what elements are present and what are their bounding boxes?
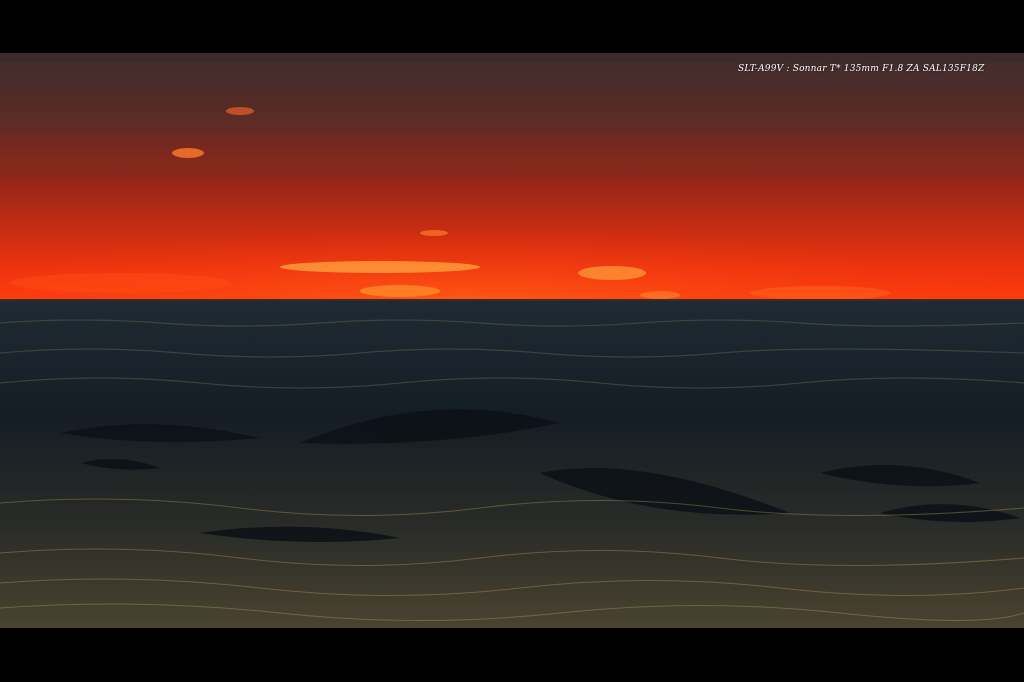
camera-caption: SLT-A99V : Sonnar T* 135mm F1.8 ZA SAL13… xyxy=(738,64,985,74)
sunset-sea-photo xyxy=(0,53,1024,628)
letterbox-top xyxy=(0,0,1024,53)
letterbox-bottom xyxy=(0,628,1024,682)
